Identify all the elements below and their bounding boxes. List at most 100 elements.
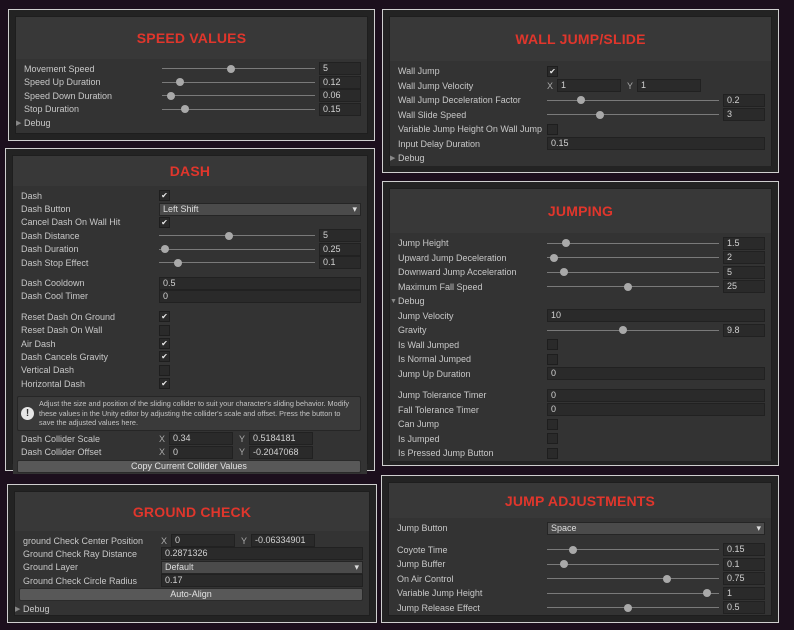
slider-thumb[interactable]: [549, 253, 558, 262]
auto-align-button[interactable]: Auto-Align: [19, 588, 363, 602]
slider-thumb[interactable]: [560, 268, 569, 277]
slider-thumb[interactable]: [702, 589, 711, 598]
maximum-fall-speed-slider[interactable]: [547, 282, 719, 292]
dash-duration-slider[interactable]: [159, 244, 315, 254]
dash-cool-timer-input[interactable]: 0: [159, 289, 361, 303]
dash-collider-offset-y-input[interactable]: -0.2047068: [249, 445, 313, 459]
maximum-fall-speed-value-input[interactable]: 25: [723, 280, 765, 294]
vertical-dash-checkbox[interactable]: [159, 364, 170, 376]
slider-thumb[interactable]: [596, 110, 605, 119]
slider-thumb[interactable]: [180, 105, 189, 114]
wall-slide-speed-slider[interactable]: [547, 110, 719, 120]
slider-thumb[interactable]: [663, 574, 672, 583]
dash-stop-effect-value-input[interactable]: 0.1: [319, 256, 361, 270]
dash-cancels-gravity-checkbox[interactable]: ✔: [159, 351, 170, 363]
jump-up-duration-input[interactable]: 0: [547, 367, 765, 381]
slider-thumb[interactable]: [577, 96, 586, 105]
on-air-control-value-input[interactable]: 0.75: [723, 572, 765, 586]
ground-layer-dropdown[interactable]: Default ▾: [161, 560, 363, 574]
reset-dash-on-wall-checkbox[interactable]: [159, 324, 170, 336]
dash-collider-offset-x-input[interactable]: 0: [169, 445, 233, 459]
speed-up-duration-value-input[interactable]: 0.12: [319, 75, 361, 89]
upward-jump-deceleration-value-input[interactable]: 2: [723, 251, 765, 265]
input-delay-duration-input[interactable]: 0.15: [547, 137, 765, 151]
ground-check-center-position-y-input[interactable]: -0.06334901: [251, 534, 315, 548]
slider-thumb[interactable]: [561, 239, 570, 248]
slider-thumb[interactable]: [167, 91, 176, 100]
jump-velocity-input[interactable]: 10: [547, 309, 765, 323]
debug-foldout[interactable]: ▶ Debug: [15, 602, 363, 615]
stop-duration-value-input[interactable]: 0.15: [319, 102, 361, 116]
ground-check-circle-radius-input[interactable]: 0.17: [161, 574, 363, 588]
movement-speed-value-input[interactable]: 5: [319, 62, 361, 76]
variable-jump-height-label: Variable Jump Height: [397, 588, 483, 599]
dash-button-dropdown[interactable]: Left Shift ▾: [159, 202, 361, 216]
jump-height-value-input[interactable]: 1.5: [723, 236, 765, 250]
is-jumped-checkbox[interactable]: [547, 433, 558, 445]
slider-thumb[interactable]: [226, 64, 235, 73]
gravity-value-input[interactable]: 9.8: [723, 323, 765, 337]
slider-thumb[interactable]: [173, 258, 182, 267]
downward-jump-acceleration-slider[interactable]: [547, 267, 719, 277]
variable-jump-height-value-input[interactable]: 1: [723, 586, 765, 600]
is-pressed-jump-button-checkbox[interactable]: [547, 447, 558, 459]
wall-jump-checkbox[interactable]: ✔: [547, 65, 558, 77]
dash-collider-scale-y-input[interactable]: 0.5184181: [249, 432, 313, 446]
slider-thumb[interactable]: [623, 603, 632, 612]
slider-thumb[interactable]: [161, 245, 170, 254]
speed-up-duration-slider[interactable]: [162, 77, 315, 87]
jump-height-slider[interactable]: [547, 238, 719, 248]
debug-foldout[interactable]: ▶ Debug: [390, 151, 765, 166]
variable-jump-height-on-wall-jump-checkbox[interactable]: [547, 123, 558, 135]
slider-thumb[interactable]: [623, 282, 632, 291]
downward-jump-acceleration-value-input[interactable]: 5: [723, 265, 765, 279]
speed-down-duration-value-input[interactable]: 0.06: [319, 89, 361, 103]
is-normal-jumped-checkbox[interactable]: [547, 353, 558, 365]
wall-jump-velocity-y-input[interactable]: 1: [637, 79, 701, 93]
variable-jump-height-slider[interactable]: [547, 588, 719, 598]
slider-thumb[interactable]: [568, 545, 577, 554]
input-delay-duration-label: Input Delay Duration: [398, 138, 481, 149]
dash-duration-value-input[interactable]: 0.25: [319, 242, 361, 256]
wall-jump-deceleration-factor-slider[interactable]: [547, 95, 719, 105]
air-dash-checkbox[interactable]: ✔: [159, 338, 170, 350]
jump-buffer-value-input[interactable]: 0.1: [723, 557, 765, 571]
dash-cooldown-input[interactable]: 0.5: [159, 276, 361, 290]
fall-tolerance-timer-input[interactable]: 0: [547, 403, 765, 417]
debug-foldout[interactable]: ▶ Debug: [16, 116, 361, 130]
dash-collider-scale-x-input[interactable]: 0.34: [169, 432, 233, 446]
horizontal-dash-checkbox[interactable]: ✔: [159, 378, 170, 390]
slider-thumb[interactable]: [560, 560, 569, 569]
is-wall-jumped-checkbox[interactable]: [547, 339, 558, 351]
can-jump-checkbox[interactable]: [547, 418, 558, 430]
jump-button-dropdown[interactable]: Space ▾: [547, 521, 765, 535]
slider-thumb[interactable]: [618, 326, 627, 335]
dash-distance-value-input[interactable]: 5: [319, 229, 361, 243]
jump-buffer-slider[interactable]: [547, 559, 719, 569]
wall-jump-velocity-x-input[interactable]: 1: [557, 79, 621, 93]
movement-speed-slider[interactable]: [162, 64, 315, 74]
coyote-time-slider[interactable]: [547, 545, 719, 555]
wall-slide-speed-value-input[interactable]: 3: [723, 108, 765, 122]
ground-check-center-position-x-input[interactable]: 0: [171, 534, 235, 548]
slider-thumb[interactable]: [225, 231, 234, 240]
ground-check-ray-distance-input[interactable]: 0.2871326: [161, 547, 363, 561]
reset-dash-on-ground-checkbox[interactable]: ✔: [159, 311, 170, 323]
dash-stop-effect-slider[interactable]: [159, 258, 315, 268]
coyote-time-value-input[interactable]: 0.15: [723, 543, 765, 557]
copy-current-collider-values-button[interactable]: Copy Current Collider Values: [17, 459, 361, 473]
cancel-dash-on-wall-hit-checkbox[interactable]: ✔: [159, 216, 170, 228]
slider-thumb[interactable]: [176, 78, 185, 87]
jump-tolerance-timer-input[interactable]: 0: [547, 388, 765, 402]
dash-distance-slider[interactable]: [159, 231, 315, 241]
gravity-slider[interactable]: [547, 325, 719, 335]
dash-checkbox[interactable]: ✔: [159, 190, 170, 202]
debug-foldout[interactable]: ▼ Debug: [390, 294, 765, 309]
jump-release-effect-slider[interactable]: [547, 603, 719, 613]
jump-release-effect-value-input[interactable]: 0.5: [723, 601, 765, 615]
on-air-control-slider[interactable]: [547, 574, 719, 584]
speed-down-duration-slider[interactable]: [162, 91, 315, 101]
stop-duration-slider[interactable]: [162, 104, 315, 114]
wall-jump-deceleration-factor-value-input[interactable]: 0.2: [723, 93, 765, 107]
upward-jump-deceleration-slider[interactable]: [547, 253, 719, 263]
